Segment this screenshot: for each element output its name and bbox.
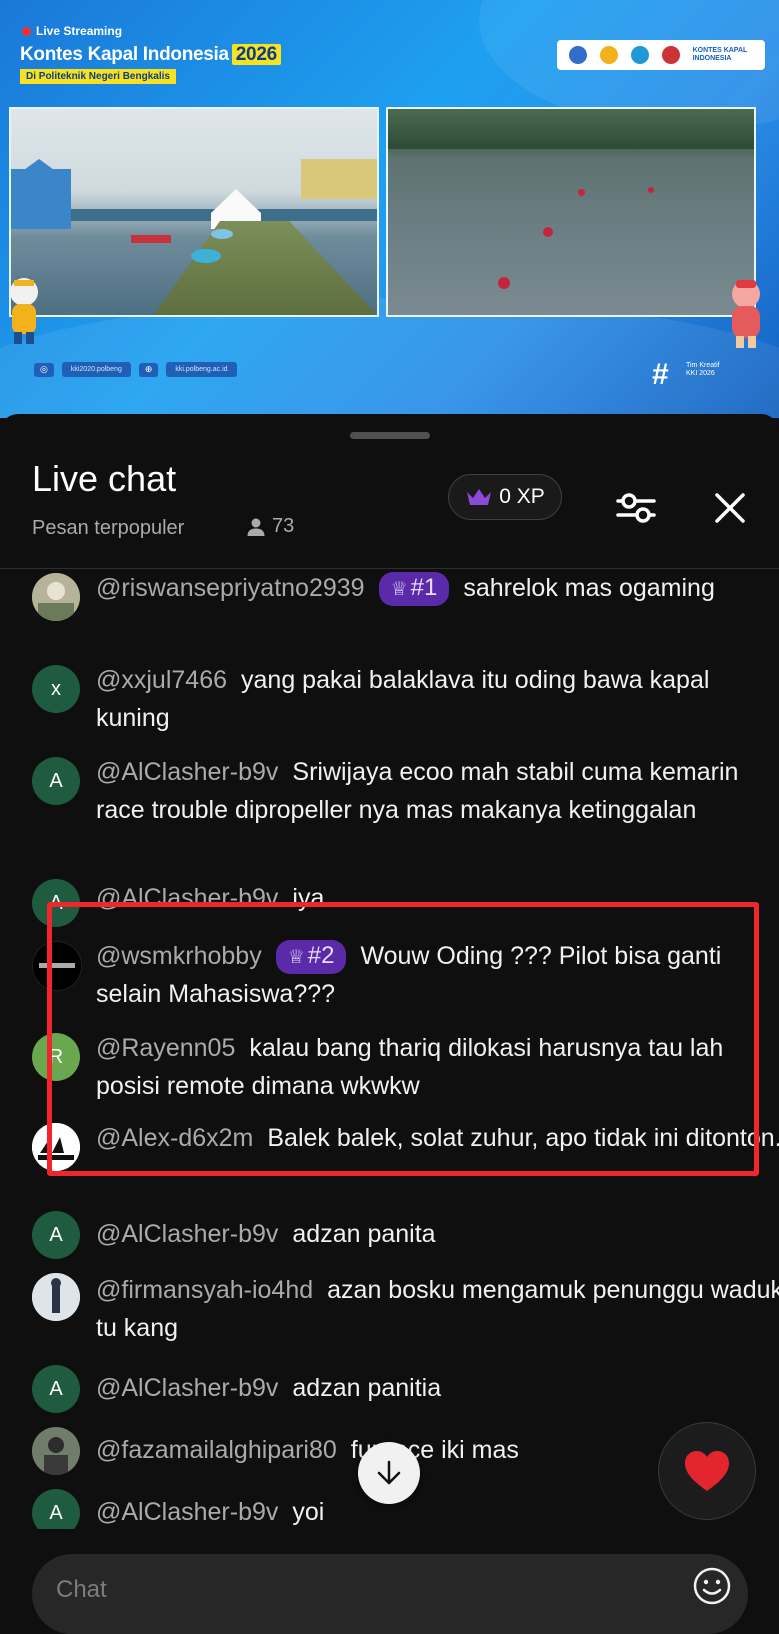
camera-feed-right — [386, 107, 756, 317]
instagram-icon: ◎ — [34, 362, 54, 377]
xp-button[interactable]: 0 XP — [448, 474, 562, 520]
message-author[interactable]: @AlClasher-b9v — [96, 1498, 278, 1526]
sponsor-logos: KONTES KAPAL INDONESIA — [557, 40, 765, 70]
hashtag-icon: # — [652, 358, 669, 391]
message-author[interactable]: @AlClasher-b9v — [96, 1220, 278, 1248]
avatar[interactable]: A — [32, 1489, 80, 1529]
avatar[interactable]: x — [32, 665, 80, 713]
chat-message[interactable]: A @AlClasher-b9v adzan panita — [32, 1211, 752, 1259]
close-icon — [715, 493, 745, 523]
crown-icon: ♕ — [390, 579, 408, 600]
chat-message[interactable]: x @xxjul7466 yang pakai balaklava itu odi… — [32, 661, 752, 737]
stream-footer-links: ◎ kki2020.polbeng ⊕ kki.polbeng.ac.id — [34, 362, 237, 377]
emoji-button[interactable] — [692, 1566, 732, 1606]
avatar[interactable] — [32, 1273, 80, 1321]
chat-message[interactable]: @riswansepriyatno2939 ♕ #1 sahrelok mas oga… — [32, 569, 752, 649]
contest-subtitle: Di Politeknik Negeri Bengkalis — [20, 69, 176, 84]
sponsor-logo — [661, 46, 680, 64]
globe-icon: ⊕ — [138, 362, 159, 377]
mascot-right — [724, 278, 768, 350]
sliders-icon — [616, 493, 656, 523]
buoy — [498, 277, 510, 289]
contest-title: Kontes Kapal Indonesia 2026 — [20, 44, 281, 66]
chat-message[interactable]: @firmansyah-io4hd azan bosku mengamuk pen… — [32, 1271, 779, 1351]
buoy — [543, 227, 553, 237]
close-chat-button[interactable] — [706, 484, 754, 532]
avatar[interactable] — [32, 573, 80, 621]
viewer-count: 73 — [246, 515, 294, 538]
chat-title: Live chat — [32, 458, 177, 499]
person-icon — [247, 518, 265, 536]
mascot-left — [4, 276, 44, 346]
social-handle: kki2020.polbeng — [61, 362, 131, 377]
buoy — [648, 187, 654, 193]
sponsor-logo — [600, 46, 619, 64]
chat-message[interactable]: A @AlClasher-b9v adzan panitia — [32, 1365, 752, 1413]
message-author[interactable]: @xxjul7466 — [96, 666, 227, 694]
buoy — [578, 189, 585, 196]
chat-input[interactable]: Chat — [32, 1554, 748, 1634]
message-author[interactable]: @riswansepriyatno2939 — [96, 574, 365, 602]
heart-icon — [685, 1451, 729, 1491]
live-streaming-label: Live Streaming — [22, 24, 122, 38]
message-text: yoi — [292, 1498, 325, 1526]
avatar[interactable] — [32, 1427, 80, 1475]
message-text: adzan panitia — [292, 1374, 442, 1402]
scroll-to-bottom-button[interactable] — [358, 1442, 420, 1504]
arrow-down-icon — [377, 1460, 401, 1485]
message-author[interactable]: @firmansyah-io4hd — [96, 1276, 313, 1304]
kki-logo-text: KONTES KAPAL INDONESIA — [692, 47, 748, 62]
hashtag-text: Tim Kreatif KKI 2026 — [686, 362, 720, 377]
emoji-icon — [693, 1567, 731, 1605]
chat-message[interactable]: A @AlClasher-b9v Sriwijaya ecoo mah stabi… — [32, 753, 752, 869]
drag-handle[interactable] — [350, 432, 430, 439]
reaction-heart-button[interactable] — [658, 1422, 756, 1520]
message-text: adzan panita — [292, 1220, 436, 1248]
website-link: kki.polbeng.ac.id — [166, 362, 237, 377]
camera-feed-left — [9, 107, 379, 317]
message-author[interactable]: @AlClasher-b9v — [96, 1374, 278, 1402]
message-author[interactable]: @AlClasher-b9v — [96, 758, 278, 786]
contest-year: 2026 — [231, 44, 281, 65]
avatar[interactable]: A — [32, 757, 80, 805]
chat-filter-label[interactable]: Pesan terpopuler — [32, 517, 184, 540]
live-dot-icon — [22, 27, 31, 37]
avatar[interactable]: A — [32, 1365, 80, 1413]
sponsor-logo — [630, 46, 649, 64]
crown-icon — [467, 489, 492, 505]
annotation-highlight-box — [47, 902, 759, 1176]
sponsor-logo — [569, 46, 588, 64]
rank-badge: ♕ #1 — [378, 572, 450, 606]
video-player[interactable]: Live Streaming Kontes Kapal Indonesia 202… — [0, 0, 779, 418]
message-text: sahrelok mas ogaming — [463, 574, 715, 602]
avatar[interactable]: A — [32, 1211, 80, 1259]
message-author[interactable]: @fazamailalghipari80 — [96, 1436, 337, 1464]
chat-settings-button[interactable] — [612, 484, 660, 532]
